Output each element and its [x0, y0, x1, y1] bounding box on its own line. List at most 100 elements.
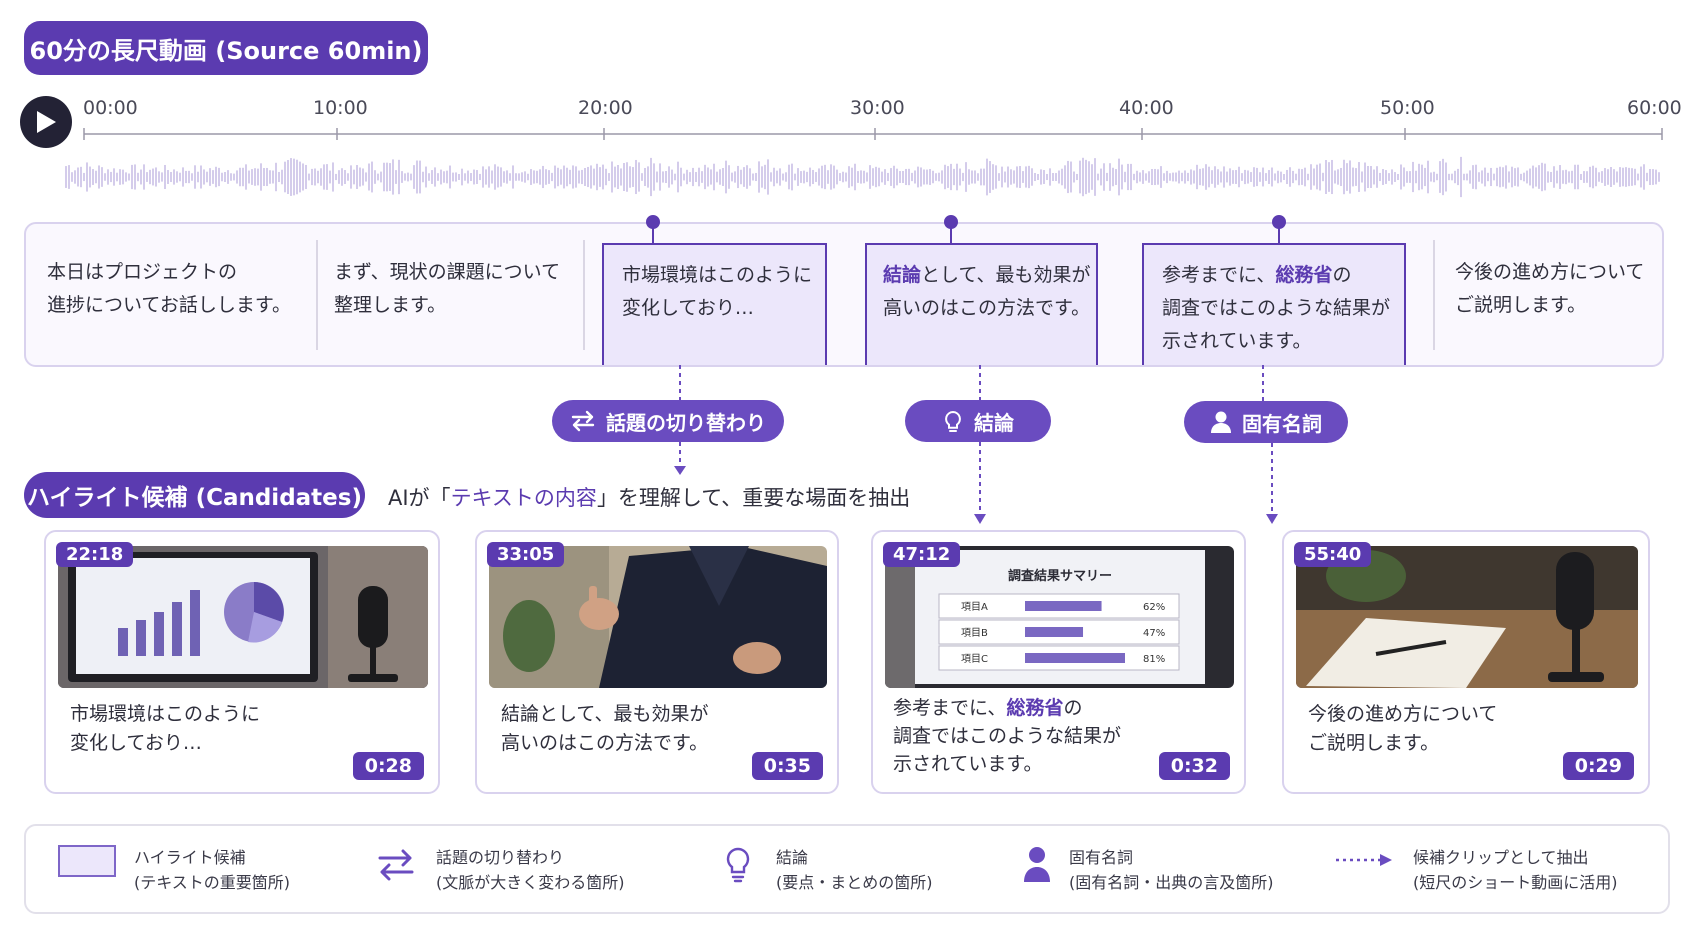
desc-text: AIが「 — [388, 486, 451, 510]
thumbnail-survey-slide: 調査結果サマリー 項目A 62% 項目B 47% 項目C 81% — [885, 546, 1234, 688]
survey-value: 62% — [1143, 602, 1165, 613]
legend-subtitle: (固有名詞・出典の言及箇所) — [1069, 873, 1274, 892]
segment-line: 整理します。 — [334, 294, 447, 316]
tag-proper-noun[interactable]: 固有名詞 — [1184, 401, 1348, 443]
duration-badge: 0:35 — [751, 752, 823, 780]
start-time-badge: 47:12 — [883, 542, 961, 567]
segment-line: 調査ではこのような結果が — [1162, 297, 1391, 319]
survey-row-label: 項目A — [961, 601, 988, 613]
caption-line: 市場環境はこのように — [70, 703, 261, 725]
survey-bar — [1025, 653, 1125, 663]
segment-text: の — [1332, 264, 1352, 286]
transcript-segment: 本日はプロジェクトの 進捗についてお話しします。 — [47, 256, 307, 322]
legend-item-conclusion: 結論 (要点・まとめの箇所) — [776, 845, 933, 895]
legend-title: 話題の切り替わり — [436, 848, 565, 867]
segment-text: として、最も効果が — [921, 264, 1091, 286]
legend-title: 候補クリップとして抽出 — [1413, 848, 1589, 867]
survey-value: 47% — [1143, 628, 1165, 639]
start-time-badge: 22:18 — [56, 542, 134, 567]
start-time-badge: 55:40 — [1294, 542, 1372, 567]
candidates-title: ハイライト候補 (Candidates) — [24, 472, 365, 518]
keyword-highlight: 総務省 — [1006, 697, 1064, 719]
segment-line: ご説明します。 — [1455, 294, 1587, 316]
lightbulb-icon — [726, 847, 750, 883]
dotted-arrow-icon — [1336, 854, 1392, 866]
caption-line: 高いのはこの方法です。 — [501, 732, 709, 754]
caption-line: 結論として、最も効果が — [501, 703, 709, 725]
thumbnail-speaker — [489, 546, 827, 688]
thumbnail-presentation-chart — [58, 546, 428, 688]
candidate-card[interactable]: 22:18 市場環境はこのように 変化しており… 0:28 — [44, 530, 440, 794]
caption-line: 調査ではこのような結果が — [893, 725, 1122, 747]
card-caption: 参考までに、総務省の 調査ではこのような結果が 示されています。 — [893, 694, 1121, 778]
tag-label: 固有名詞 — [1242, 411, 1322, 436]
highlight-segment[interactable]: 結論として、最も効果が 高いのはこの方法です。 — [865, 243, 1098, 365]
caption-line: 参考までに、総務省の — [893, 694, 1121, 722]
highlight-segment[interactable]: 市場環境はこのように 変化しており… — [602, 243, 827, 365]
candidates-description: AIが「テキストの内容」を理解して、重要な場面を抽出 — [388, 482, 910, 512]
legend-subtitle: (テキストの重要箇所) — [134, 873, 291, 892]
legend-title: 固有名詞 — [1069, 848, 1134, 867]
card-caption: 結論として、最も効果が 高いのはこの方法です。 — [501, 700, 708, 758]
person-icon — [1024, 847, 1050, 882]
segment-line: 進捗についてお話しします。 — [47, 294, 291, 316]
caption-line: 今後の進め方について — [1308, 703, 1498, 725]
legend-title: ハイライト候補 — [134, 848, 246, 867]
tag-conclusion[interactable]: 結論 — [905, 400, 1051, 442]
timeline-track[interactable] — [0, 0, 1693, 210]
caption-text: 参考までに、 — [893, 697, 1007, 719]
swap-arrows-icon — [378, 849, 414, 881]
desc-accent: テキストの内容 — [450, 486, 597, 510]
survey-row-label: 項目C — [961, 653, 988, 665]
legend-subtitle: (要点・まとめの箇所) — [776, 873, 933, 892]
card-caption: 今後の進め方について ご説明します。 — [1308, 700, 1497, 758]
survey-row-label: 項目B — [961, 627, 988, 639]
survey-value: 81% — [1143, 654, 1165, 665]
card-caption: 市場環境はこのように 変化しており… — [70, 700, 260, 758]
caption-line: 変化しており… — [70, 732, 202, 754]
thumbnail-desk-microphone — [1296, 546, 1638, 688]
duration-badge: 0:29 — [1562, 752, 1634, 780]
transcript-segment: 今後の進め方について ご説明します。 — [1455, 256, 1655, 322]
start-time-badge: 33:05 — [487, 542, 565, 567]
caption-line: 示されています。 — [893, 753, 1043, 775]
segment-line: まず、現状の課題について — [334, 261, 561, 283]
person-icon — [1211, 411, 1231, 433]
segment-line: 変化しており… — [622, 297, 754, 319]
audio-waveform — [65, 156, 1660, 198]
segment-line: 高いのはこの方法です。 — [883, 297, 1091, 319]
segment-line: 市場環境はこのように — [622, 264, 813, 286]
segment-line: 結論として、最も効果が — [883, 259, 1096, 292]
highlight-box-icon — [58, 845, 116, 877]
segment-line: 参考までに、総務省の — [1162, 259, 1404, 292]
survey-bar — [1025, 627, 1084, 637]
legend-item-topic-shift: 話題の切り替わり (文脈が大きく変わる箇所) — [436, 845, 625, 895]
keyword-highlight: 総務省 — [1275, 264, 1333, 286]
segment-line: 本日はプロジェクトの — [47, 261, 238, 283]
segment-text: 参考までに、 — [1162, 264, 1276, 286]
legend-subtitle: (短尺のショート動画に活用) — [1413, 873, 1618, 892]
duration-badge: 0:28 — [352, 752, 424, 780]
candidate-card[interactable]: 55:40 今後の進め方について ご説明します。 0:29 — [1282, 530, 1650, 794]
candidate-card[interactable]: 調査結果サマリー 項目A 62% 項目B 47% 項目C 81% 47:12 参考までに、… — [871, 530, 1246, 794]
swap-arrows-icon — [571, 410, 595, 432]
segment-line: 示されています。 — [1162, 330, 1312, 352]
legend-title: 結論 — [776, 848, 809, 867]
tag-label: 話題の切り替わり — [606, 410, 766, 435]
lightbulb-icon — [945, 410, 961, 432]
keyword-highlight: 結論 — [883, 264, 922, 286]
tag-topic-shift[interactable]: 話題の切り替わり — [552, 400, 784, 442]
legend-item-highlight: ハイライト候補 (テキストの重要箇所) — [134, 845, 290, 895]
legend-item-extract: 候補クリップとして抽出 (短尺のショート動画に活用) — [1413, 845, 1618, 895]
desc-text: 」を理解して、重要な場面を抽出 — [596, 486, 911, 510]
caption-text: の — [1063, 697, 1083, 719]
survey-bar — [1025, 601, 1102, 611]
segment-line: 今後の進め方について — [1455, 261, 1645, 283]
legend-subtitle: (文脈が大きく変わる箇所) — [436, 873, 625, 892]
tag-label: 結論 — [974, 410, 1014, 435]
caption-line: ご説明します。 — [1308, 732, 1440, 754]
duration-badge: 0:32 — [1158, 752, 1230, 780]
highlight-segment[interactable]: 参考までに、総務省の 調査ではこのような結果が 示されています。 — [1142, 243, 1406, 365]
candidate-card[interactable]: 33:05 結論として、最も効果が 高いのはこの方法です。 0:35 — [475, 530, 839, 794]
transcript-segment: まず、現状の課題について 整理します。 — [334, 256, 584, 322]
